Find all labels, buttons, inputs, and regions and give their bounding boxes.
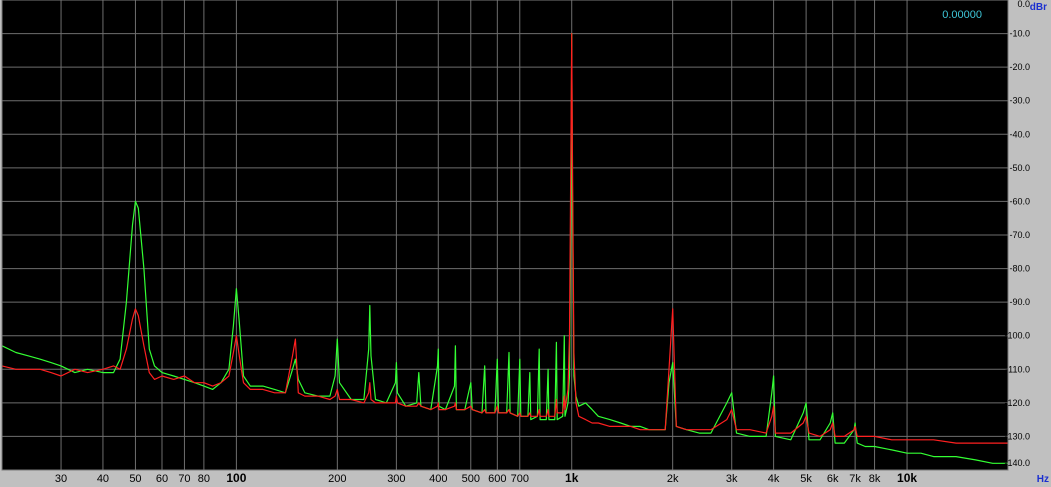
y-tick-label: -10.0 (1009, 29, 1030, 39)
x-tick-label: 600 (488, 473, 506, 485)
y-tick-label: -130.0 (1004, 431, 1030, 441)
analyzer-window: 30 40 50 60 70 80 100 200 300 400 500 600 700 1k 2k 3k 4… (0, 0, 1051, 487)
x-tick-label: 400 (429, 473, 447, 485)
y-tick-label: -40.0 (1009, 129, 1030, 139)
x-tick-label: 60 (156, 473, 168, 485)
y-tick-label: -100.0 (1004, 331, 1030, 341)
x-tick-label: 200 (328, 473, 346, 485)
y-tick-label: -90.0 (1009, 297, 1030, 307)
x-tick-label: 500 (462, 473, 480, 485)
x-tick-label: 100 (226, 471, 246, 485)
y-tick-label: -50.0 (1009, 163, 1030, 173)
y-axis-unit-label: dBr (1030, 2, 1047, 13)
x-tick-label: 70 (178, 473, 190, 485)
y-tick-label: -110.0 (1005, 364, 1030, 374)
fft-spectrum-chart: 30 40 50 60 70 80 100 200 300 400 500 600 700 1k 2k 3k 4… (1, 0, 1049, 485)
x-tick-label: 4k (768, 473, 780, 485)
y-tick-label: 0.0 (1017, 0, 1030, 9)
y-tick-label: -80.0 (1009, 264, 1030, 274)
x-tick-label: 2k (667, 473, 679, 485)
x-tick-label: 1k (565, 471, 579, 485)
y-tick-label: -120.0 (1004, 398, 1030, 408)
x-tick-label: 5k (800, 473, 812, 485)
cursor-readout: 0.00000 (942, 9, 982, 21)
x-tick-label: 700 (511, 473, 529, 485)
x-tick-label: 300 (387, 473, 405, 485)
y-tick-label: -20.0 (1009, 62, 1030, 72)
x-tick-label: 7k (849, 473, 861, 485)
y-tick-label: -70.0 (1009, 230, 1030, 240)
y-tick-label: -30.0 (1009, 96, 1030, 106)
y-tick-label: -60.0 (1009, 196, 1030, 206)
x-tick-label: 3k (726, 473, 738, 485)
x-tick-label: 80 (198, 473, 210, 485)
x-tick-label: 10k (897, 471, 917, 485)
x-axis-unit-label: Hz (1037, 474, 1049, 485)
x-tick-label: 8k (869, 473, 881, 485)
x-tick-label: 30 (55, 473, 67, 485)
x-tick-label: 40 (97, 473, 109, 485)
x-tick-label: 6k (827, 473, 839, 485)
x-axis-ticks: 30 40 50 60 70 80 100 200 300 400 500 600 700 1k 2k 3k 4… (55, 471, 917, 485)
y-tick-label: -140.0 (1004, 458, 1030, 468)
x-tick-label: 50 (129, 473, 141, 485)
